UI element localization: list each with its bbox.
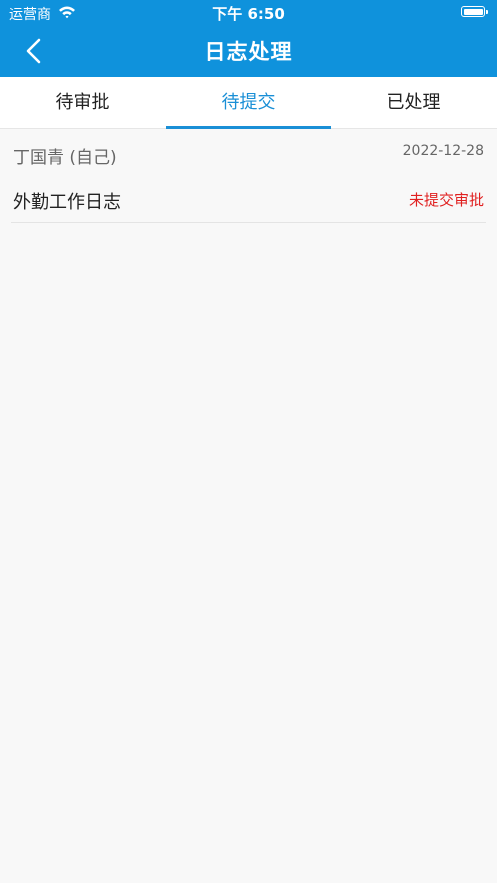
item-title: 外勤工作日志 [13,192,121,213]
log-list: 丁国青 (自己) 2022-12-28 外勤工作日志 未提交审批 [0,129,497,223]
battery-icon [461,6,488,17]
tab-processed[interactable]: 已处理 [331,77,496,129]
item-author: 丁国青 (自己) [13,148,117,168]
tab-pending-approval[interactable]: 待审批 [0,77,165,129]
item-date: 2022-12-28 [402,143,484,159]
app-header: 运营商 下午 6:50 日志处理 [0,0,497,77]
list-item[interactable]: 丁国青 (自己) 2022-12-28 外勤工作日志 未提交审批 [0,129,497,223]
tab-pending-submit[interactable]: 待提交 [166,77,331,129]
tab-bar: 待审批 待提交 已处理 [0,77,497,129]
item-status-badge: 未提交审批 [408,191,484,209]
status-time: 下午 6:50 [212,5,285,23]
divider [11,222,486,223]
page-title: 日志处理 [204,40,293,64]
status-bar: 运营商 下午 6:50 [0,0,497,26]
